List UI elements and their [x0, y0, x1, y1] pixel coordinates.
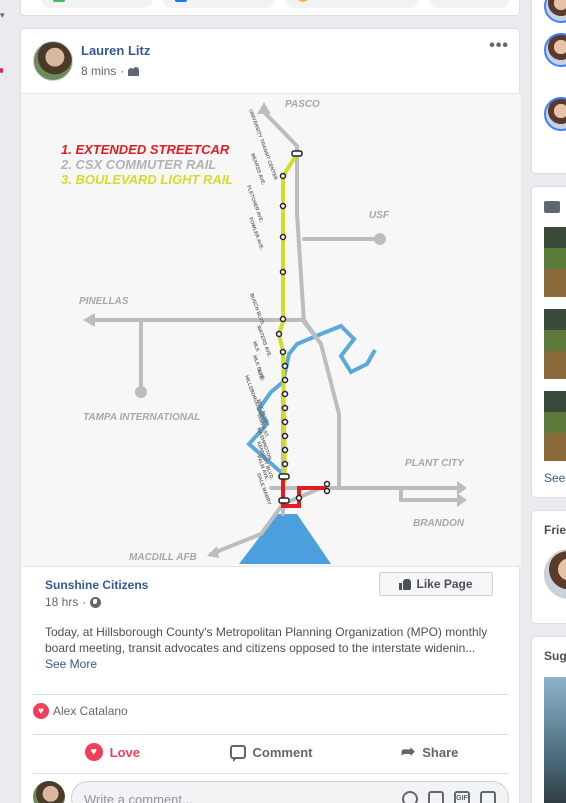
video-thumbnail[interactable] — [544, 391, 566, 461]
chevron-down-icon[interactable]: ▾ — [0, 10, 5, 21]
station-label: BEARSS AVE. — [249, 153, 266, 187]
reaction-by-name: Alex Catalano — [53, 704, 128, 718]
post-time[interactable]: 8 mins — [81, 64, 116, 78]
legend-item-streetcar: 1. EXTENDED STREETCAR — [61, 142, 230, 157]
friends-card: Frie — [531, 510, 566, 624]
like-page-button[interactable]: Like Page — [379, 572, 493, 596]
camera-icon[interactable] — [428, 791, 444, 803]
shared-description: Today, at Hillsborough County's Metropol… — [45, 624, 505, 672]
airport-icon — [135, 386, 147, 398]
videos-card: See — [531, 186, 566, 498]
transit-map-image[interactable]: 1. EXTENDED STREETCAR 2. CSX COMMUTER RA… — [21, 93, 521, 567]
reactions-summary[interactable]: ♥ Alex Catalano — [33, 703, 128, 719]
divider — [33, 773, 509, 774]
thumbs-up-icon — [399, 578, 412, 590]
post-author[interactable]: Lauren Litz — [81, 43, 150, 58]
stories-card — [531, 0, 566, 174]
tag-icon — [175, 0, 187, 2]
love-button[interactable]: ♥ Love — [33, 735, 192, 769]
shared-meta: 18 hrs · — [45, 595, 102, 609]
gif-icon[interactable]: GIF — [454, 791, 470, 803]
brandon-arrow — [457, 493, 467, 507]
friend-avatar[interactable] — [544, 549, 566, 599]
station-labels: UNIVERSITY TRANSIT CENTER BEARSS AVE. FL… — [243, 109, 278, 507]
globe-icon — [90, 596, 102, 608]
author-avatar[interactable] — [33, 41, 73, 81]
stations — [275, 150, 331, 504]
comment-button[interactable]: Comment — [192, 735, 351, 769]
share-icon: ➦ — [400, 742, 416, 761]
emoji-icon[interactable] — [402, 791, 418, 803]
meta-separator: · — [120, 64, 125, 78]
composer-strip — [20, 0, 520, 16]
video-icon — [544, 201, 560, 213]
feeling-pill[interactable] — [285, 0, 419, 8]
divider — [33, 694, 509, 695]
shared-time[interactable]: 18 hrs — [45, 595, 78, 609]
legend-item-light-rail: 3. BOULEVARD LIGHT RAIL — [61, 172, 233, 187]
like-page-label: Like Page — [416, 577, 473, 591]
legend-item-csx: 2. CSX COMMUTER RAIL — [60, 157, 216, 172]
story-avatar[interactable] — [544, 33, 566, 67]
shared-description-text: Today, at Hillsborough County's Metropol… — [45, 625, 488, 655]
commenter-avatar — [33, 781, 65, 803]
photo-video-pill[interactable] — [41, 0, 153, 8]
love-label: Love — [109, 744, 140, 760]
story-avatar[interactable] — [544, 0, 566, 23]
friends-title: Frie — [544, 523, 566, 537]
pasco-arrow — [257, 102, 271, 114]
more-options-pill[interactable] — [429, 0, 509, 8]
more-options-icon[interactable]: ••• — [489, 38, 509, 54]
sticker-icon[interactable] — [480, 791, 496, 803]
feeling-icon — [297, 0, 309, 2]
photo-icon — [53, 0, 65, 2]
video-thumbnail[interactable] — [544, 309, 566, 379]
suggested-title: Sug — [544, 649, 566, 663]
meta-separator: · — [82, 595, 87, 609]
see-more-link[interactable]: See More — [45, 657, 97, 671]
label-brandon: BRANDON — [413, 518, 465, 529]
see-all-link[interactable]: See — [544, 471, 565, 485]
comment-icon — [229, 745, 246, 762]
comment-input[interactable]: Write a comment... GIF — [71, 781, 509, 803]
usf-node — [374, 233, 386, 245]
comment-label: Comment — [252, 744, 313, 760]
shared-link-preview: Sunshine Citizens 18 hrs · Like Page Tod… — [33, 570, 509, 672]
suggested-thumbnail[interactable] — [544, 677, 566, 803]
station-label: MLK — [251, 341, 260, 354]
transit-map-svg: 1. EXTENDED STREETCAR 2. CSX COMMUTER RA… — [60, 99, 467, 564]
label-pinellas: PINELLAS — [79, 296, 129, 307]
post-actions: ♥ Love Comment ➦ Share — [33, 735, 509, 769]
friends-privacy-icon[interactable] — [128, 66, 140, 76]
right-column: See Frie Sug — [531, 0, 566, 803]
label-tampa-international: TAMPA INTERNATIONAL — [83, 412, 200, 423]
pinellas-arrow — [83, 313, 95, 327]
plant-city-arrow — [457, 481, 467, 495]
share-label: Share — [422, 744, 459, 760]
story-avatar[interactable] — [544, 97, 566, 131]
feed-post: Lauren Litz 8 mins · ••• 1. EXTENDED STR… — [20, 28, 521, 803]
comment-placeholder: Write a comment... — [84, 792, 193, 803]
comment-composer: Write a comment... GIF — [33, 781, 509, 803]
macdill-arrow — [207, 546, 219, 558]
love-reaction-icon: ♥ — [33, 703, 49, 719]
video-thumbnail[interactable] — [544, 227, 566, 297]
share-button[interactable]: ➦ Share — [350, 735, 509, 769]
label-macdill: MACDILL AFB — [129, 552, 197, 563]
label-pasco: PASCO — [285, 99, 320, 110]
notification-dot — [0, 68, 3, 73]
label-plant-city: PLANT CITY — [405, 458, 465, 469]
tag-friends-pill[interactable] — [163, 0, 275, 8]
shared-page-name[interactable]: Sunshine Citizens — [45, 578, 148, 592]
heart-icon: ♥ — [84, 743, 103, 761]
left-edge: ▾ — [0, 0, 8, 803]
post-meta: 8 mins · — [81, 64, 140, 78]
comment-icons: GIF — [402, 791, 496, 803]
label-usf: USF — [369, 210, 390, 221]
suggested-card: Sug — [531, 636, 566, 803]
